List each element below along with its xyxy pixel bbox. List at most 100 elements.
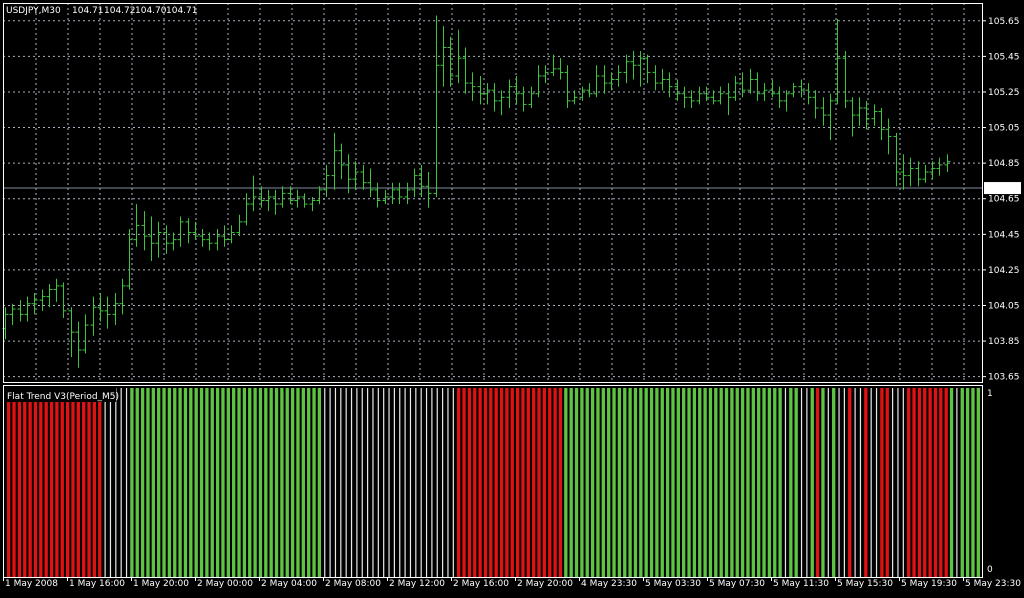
indicator-bar-flat <box>383 388 385 577</box>
indicator-bar-up <box>590 388 595 577</box>
indicator-bar-up <box>730 388 734 577</box>
indicator-bar-up <box>821 388 825 577</box>
indicator-bar-flat <box>399 388 401 577</box>
indicator-bar-down <box>44 388 48 577</box>
indicator-bar-up <box>960 388 964 577</box>
current-price-tag: 104.71 <box>984 182 1021 195</box>
indicator-bar-up <box>162 388 166 577</box>
indicator-bar-up <box>221 388 225 577</box>
current-price-label: 104.71 <box>987 184 1019 194</box>
indicator-bar-down <box>87 388 91 577</box>
indicator-bar-up <box>794 388 798 577</box>
indicator-bar-down <box>848 388 852 577</box>
indicator-bar-down <box>923 388 927 577</box>
indicator-bar-down <box>510 388 514 577</box>
indicator-bar-up <box>698 388 702 577</box>
indicator-bar-flat <box>436 388 438 577</box>
indicator-bar-down <box>526 388 530 577</box>
indicator-bar-flat <box>372 388 374 577</box>
indicator-bar-up <box>285 388 289 577</box>
indicator-bar-down <box>815 388 820 577</box>
indicator-bar-up <box>703 388 707 577</box>
indicator-bar-flat <box>902 388 904 577</box>
indicator-bar-down <box>521 388 525 577</box>
indicator-bar-up <box>751 388 755 577</box>
indicator-bar-down <box>505 388 509 577</box>
indicator-bar-up <box>644 388 648 577</box>
indicator-bar-flat <box>340 388 342 577</box>
price-axis-label: 103.65 <box>988 373 1020 383</box>
indicator-bar-down <box>928 388 932 577</box>
indicator-bar-up <box>290 388 295 577</box>
indicator-bar-down <box>542 388 547 577</box>
indicator-bar-down <box>473 388 477 577</box>
indicator-bar-down <box>483 388 488 577</box>
indicator-bar-flat <box>784 388 787 577</box>
indicator-bar-flat <box>356 388 358 577</box>
indicator-bar-up <box>140 388 145 577</box>
indicator-bar-up <box>971 388 975 577</box>
indicator-bar-down <box>28 388 32 577</box>
indicator-bar-down <box>939 388 943 577</box>
indicator-bar-flat <box>892 388 894 577</box>
indicator-bar-down <box>489 388 493 577</box>
indicator-bar-up <box>205 388 209 577</box>
indicator-bar-up <box>151 388 155 577</box>
indicator-bar-up <box>258 388 263 577</box>
indicator-bar-up <box>757 388 761 577</box>
indicator-bar-down <box>65 388 70 577</box>
indicator-bar-up <box>708 388 713 577</box>
indicator-bar-up <box>301 388 305 577</box>
indicator-bar-up <box>232 388 236 577</box>
indicator-bar-up <box>580 388 584 577</box>
indicator-bar-down <box>933 388 938 577</box>
indicator-bar-flat <box>377 388 379 577</box>
price-axis-label: 104.05 <box>988 301 1020 311</box>
price-axis-label: 105.25 <box>988 88 1020 98</box>
indicator-bar-flat <box>393 388 395 577</box>
indicator-bar-down <box>60 388 64 577</box>
indicator-bar-up <box>135 388 139 577</box>
indicator-bar-up <box>157 388 161 577</box>
chart-canvas[interactable]: 105.65105.45105.25105.05104.85104.65104.… <box>0 0 1024 594</box>
indicator-bar-up <box>692 388 697 577</box>
price-axis-label: 103.85 <box>988 337 1020 347</box>
indicator-bar-down <box>55 388 59 577</box>
symbol-label: USDJPY,M30 <box>6 6 61 16</box>
chart-header: USDJPY,M30 104.71 104.72 104.70 104.71 <box>6 6 198 16</box>
indicator-bar-up <box>639 388 643 577</box>
indicator-bar-down <box>98 388 102 577</box>
indicator-bar-up <box>183 388 188 577</box>
indicator-bar-up <box>194 388 198 577</box>
price-axis-label: 105.65 <box>988 17 1020 27</box>
indicator-bar-flat <box>404 388 406 577</box>
indicator-bar-down <box>880 388 884 577</box>
time-axis-label: 2 May 00:00 <box>197 579 253 589</box>
indicator-bar-down <box>885 388 889 577</box>
indicator-bar-up <box>199 388 204 577</box>
indicator-bar-up <box>682 388 686 577</box>
indicator-bar-flat <box>897 388 899 577</box>
indicator-bar-down <box>462 388 466 577</box>
indicator-bar-flat <box>827 388 829 577</box>
indicator-bar-flat <box>120 388 122 577</box>
indicator-bar-up <box>274 388 279 577</box>
indicator-bar-up <box>789 388 793 577</box>
indicator-bar-up <box>965 388 970 577</box>
indicator-bar-up <box>564 388 568 577</box>
price-axis-label: 105.45 <box>988 52 1020 62</box>
indicator-bar-up <box>210 388 214 577</box>
indicator-bar-flat <box>452 388 454 577</box>
indicator-bar-flat <box>324 388 326 577</box>
indicator-bar-flat <box>859 388 862 577</box>
metatrader-chart-window: 105.65 105.45 105.25 105.05 104.85 104.65 104.… <box>0 0 1024 594</box>
indicator-bar-up <box>740 388 745 577</box>
close-value: 104.71 <box>166 6 198 16</box>
indicator-bar-up <box>173 388 177 577</box>
indicator-bar-up <box>167 388 172 577</box>
indicator-bar-up <box>671 388 675 577</box>
indicator-bar-down <box>907 388 911 577</box>
indicator-bar-up <box>762 388 766 577</box>
indicator-bar-down <box>864 388 868 577</box>
time-axis-label: 5 May 23:30 <box>965 579 1021 589</box>
